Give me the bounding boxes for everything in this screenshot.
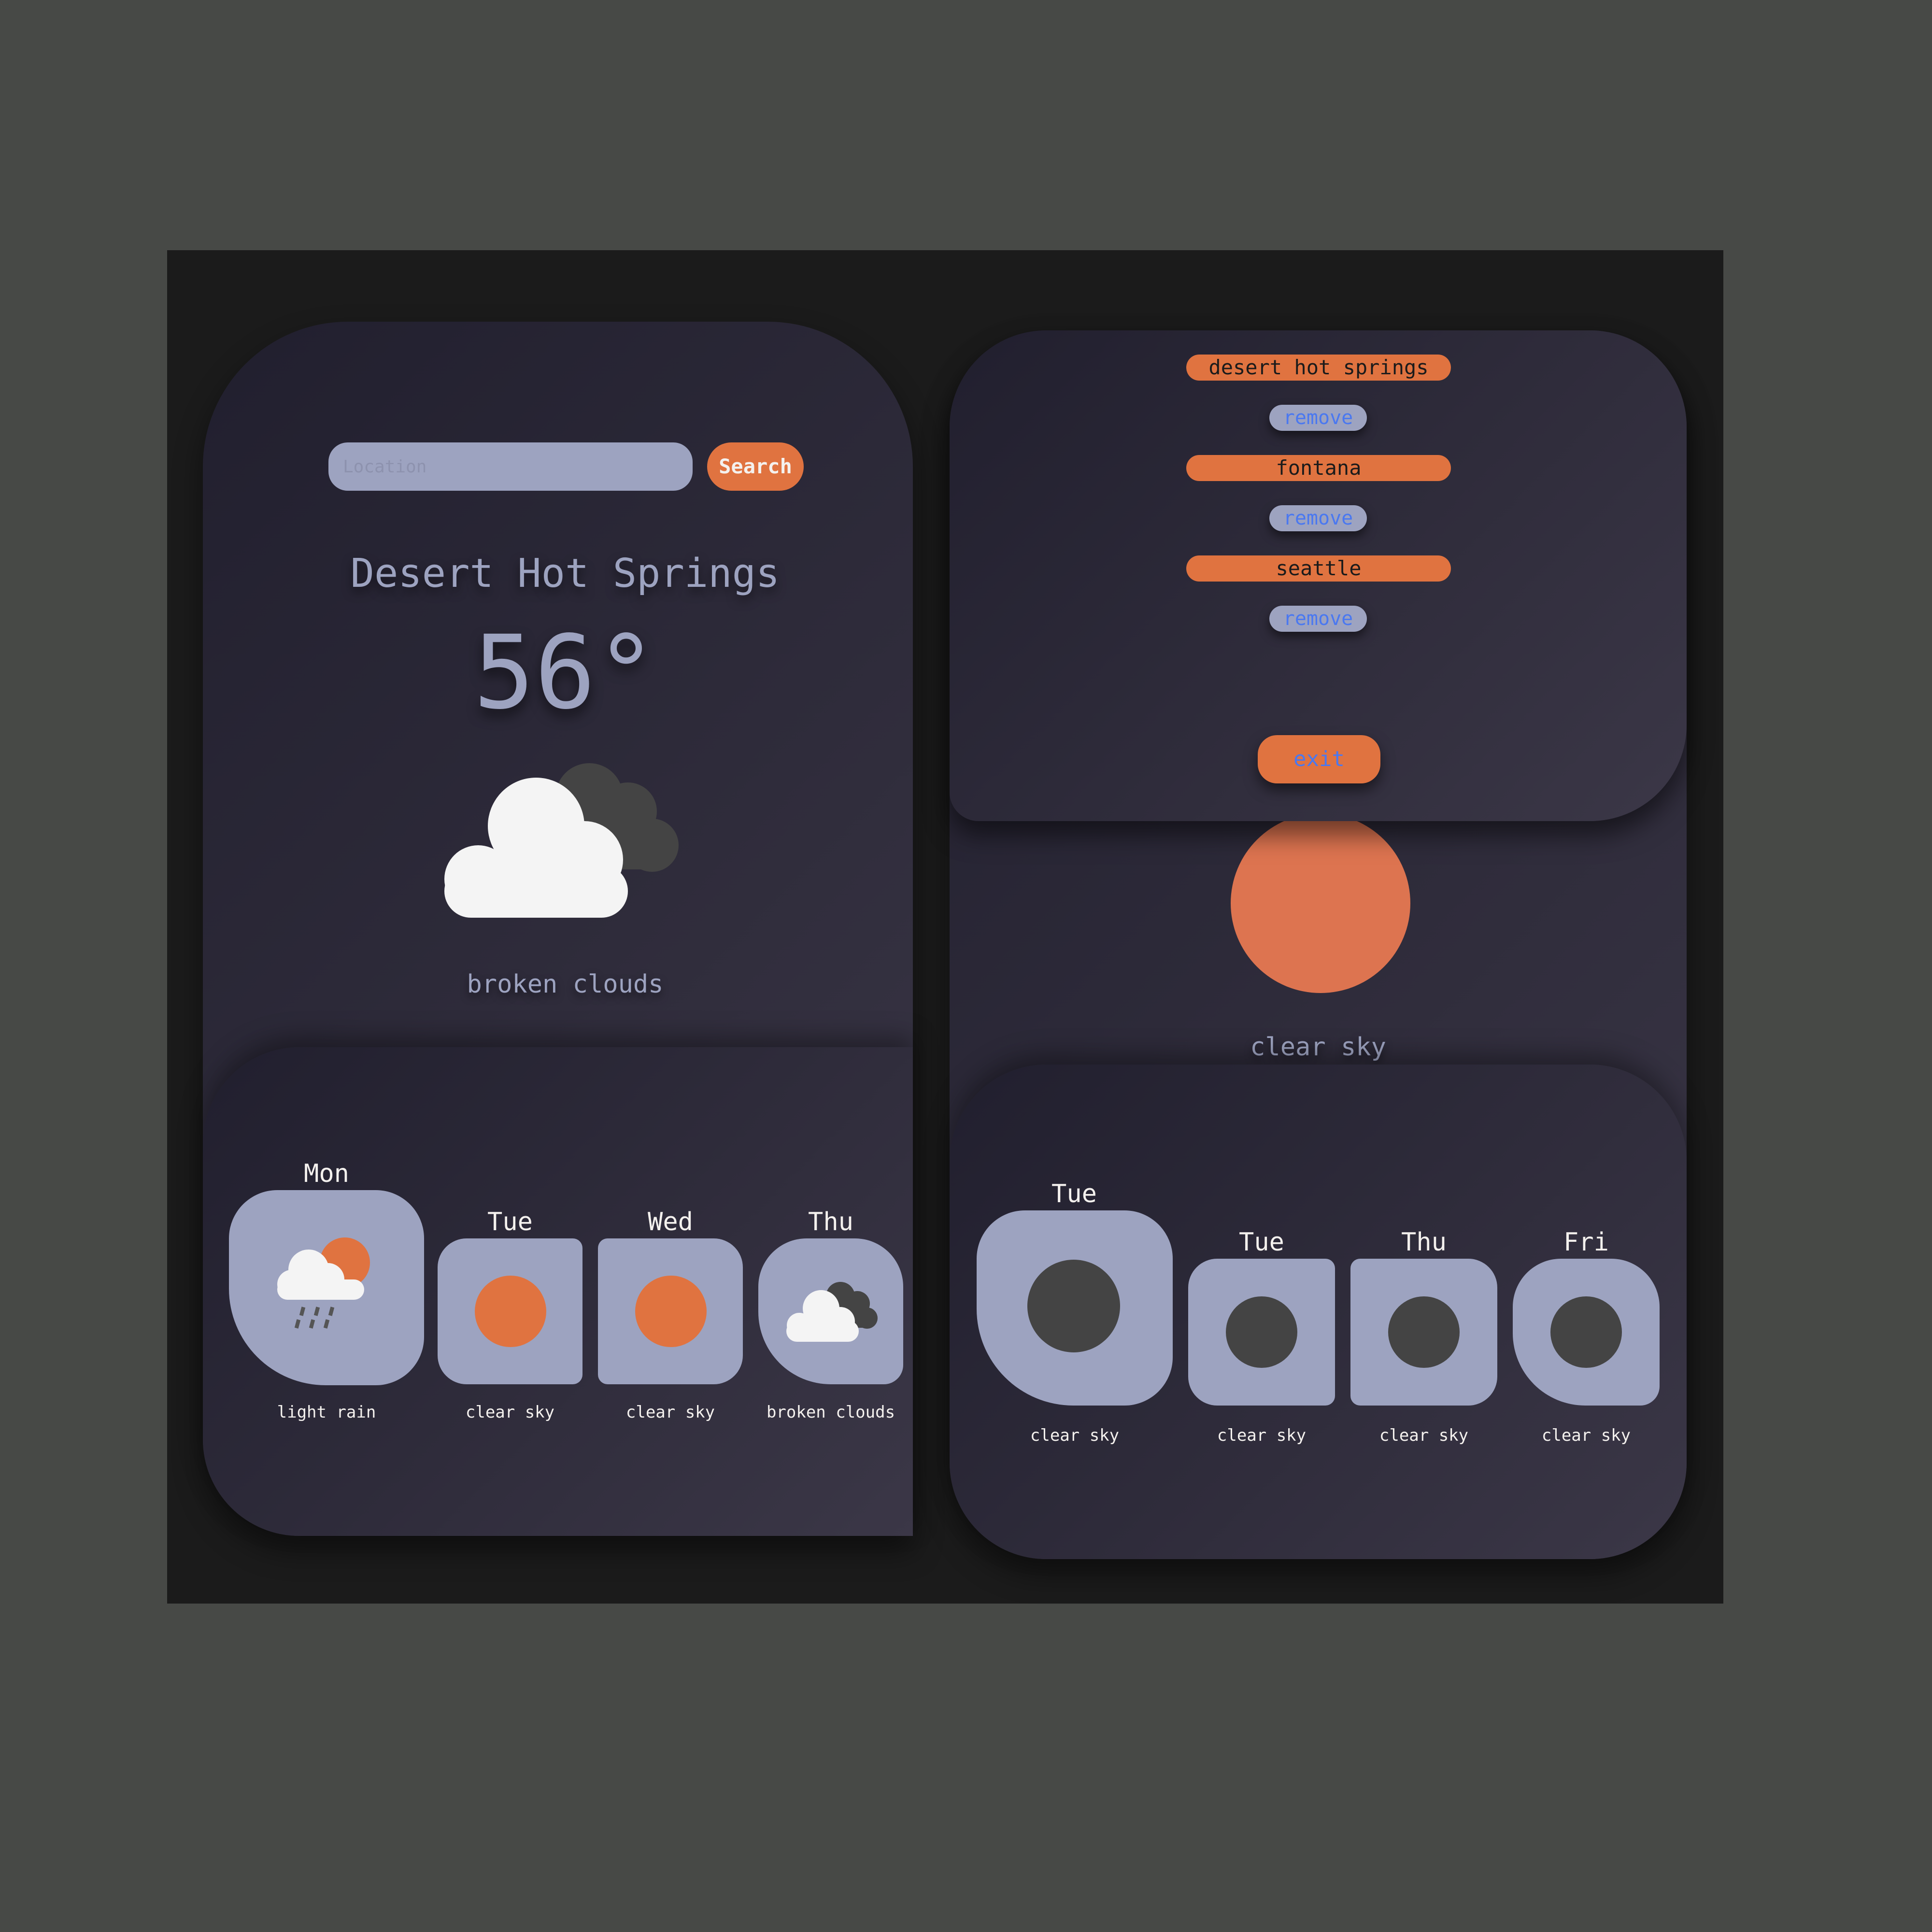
saved-city-desert-hot-springs[interactable]: desert hot springs — [1186, 355, 1451, 381]
forecast-day-label: Wed — [648, 1208, 693, 1236]
moon-icon — [1550, 1296, 1622, 1368]
remove-button[interactable]: remove — [1269, 606, 1367, 632]
forecast-card[interactable] — [598, 1238, 743, 1384]
forecast-day-label: Tue — [487, 1208, 533, 1236]
forecast-card[interactable] — [977, 1210, 1173, 1406]
forecast-card[interactable] — [1513, 1259, 1660, 1406]
forecast-day-label: Tue — [1051, 1179, 1097, 1208]
moon-icon — [1027, 1260, 1120, 1352]
forecast-day-label: Fri — [1563, 1228, 1609, 1257]
forecast-day-description: clear sky — [1379, 1426, 1469, 1445]
forecast-day-description: broken clouds — [766, 1403, 895, 1422]
forecast-day-label: Mon — [304, 1159, 349, 1188]
forecast-card[interactable] — [229, 1190, 424, 1385]
forecast-card[interactable] — [1350, 1259, 1497, 1406]
forecast-day-description: clear sky — [465, 1403, 555, 1422]
city-name: Desert Hot Springs — [350, 551, 780, 597]
forecast-day-description: clear sky — [1541, 1426, 1631, 1445]
search-button[interactable]: Search — [707, 442, 804, 491]
remove-button[interactable]: remove — [1269, 505, 1367, 531]
search-input[interactable] — [328, 442, 693, 491]
sun-icon — [475, 1276, 546, 1347]
current-temperature: 56° — [473, 613, 657, 732]
forecast-day-label: Thu — [1401, 1228, 1447, 1257]
forecast-card[interactable] — [438, 1238, 582, 1384]
sun-icon — [635, 1276, 707, 1347]
sun-icon — [1231, 813, 1410, 993]
forecast-day-description: clear sky — [1030, 1426, 1120, 1445]
broken-clouds-icon — [786, 1282, 878, 1342]
moon-icon — [1388, 1296, 1460, 1368]
forecast-card[interactable] — [1188, 1259, 1335, 1406]
saved-city-seattle[interactable]: seattle — [1186, 555, 1451, 582]
saved-city-fontana[interactable]: fontana — [1186, 455, 1451, 481]
moon-icon — [1226, 1296, 1297, 1368]
forecast-day-description: clear sky — [625, 1403, 715, 1422]
current-description: broken clouds — [467, 970, 664, 999]
broken-clouds-icon — [444, 763, 679, 918]
forecast-card[interactable] — [758, 1238, 903, 1384]
forecast-day-description: light rain — [277, 1403, 376, 1422]
remove-button[interactable]: remove — [1269, 405, 1367, 431]
right-current-description: clear sky — [1250, 1033, 1386, 1062]
exit-button[interactable]: exit — [1258, 735, 1380, 783]
light-rain-icon — [277, 1237, 370, 1329]
forecast-day-label: Tue — [1239, 1228, 1284, 1257]
forecast-day-description: clear sky — [1217, 1426, 1307, 1445]
forecast-day-label: Thu — [808, 1208, 853, 1236]
